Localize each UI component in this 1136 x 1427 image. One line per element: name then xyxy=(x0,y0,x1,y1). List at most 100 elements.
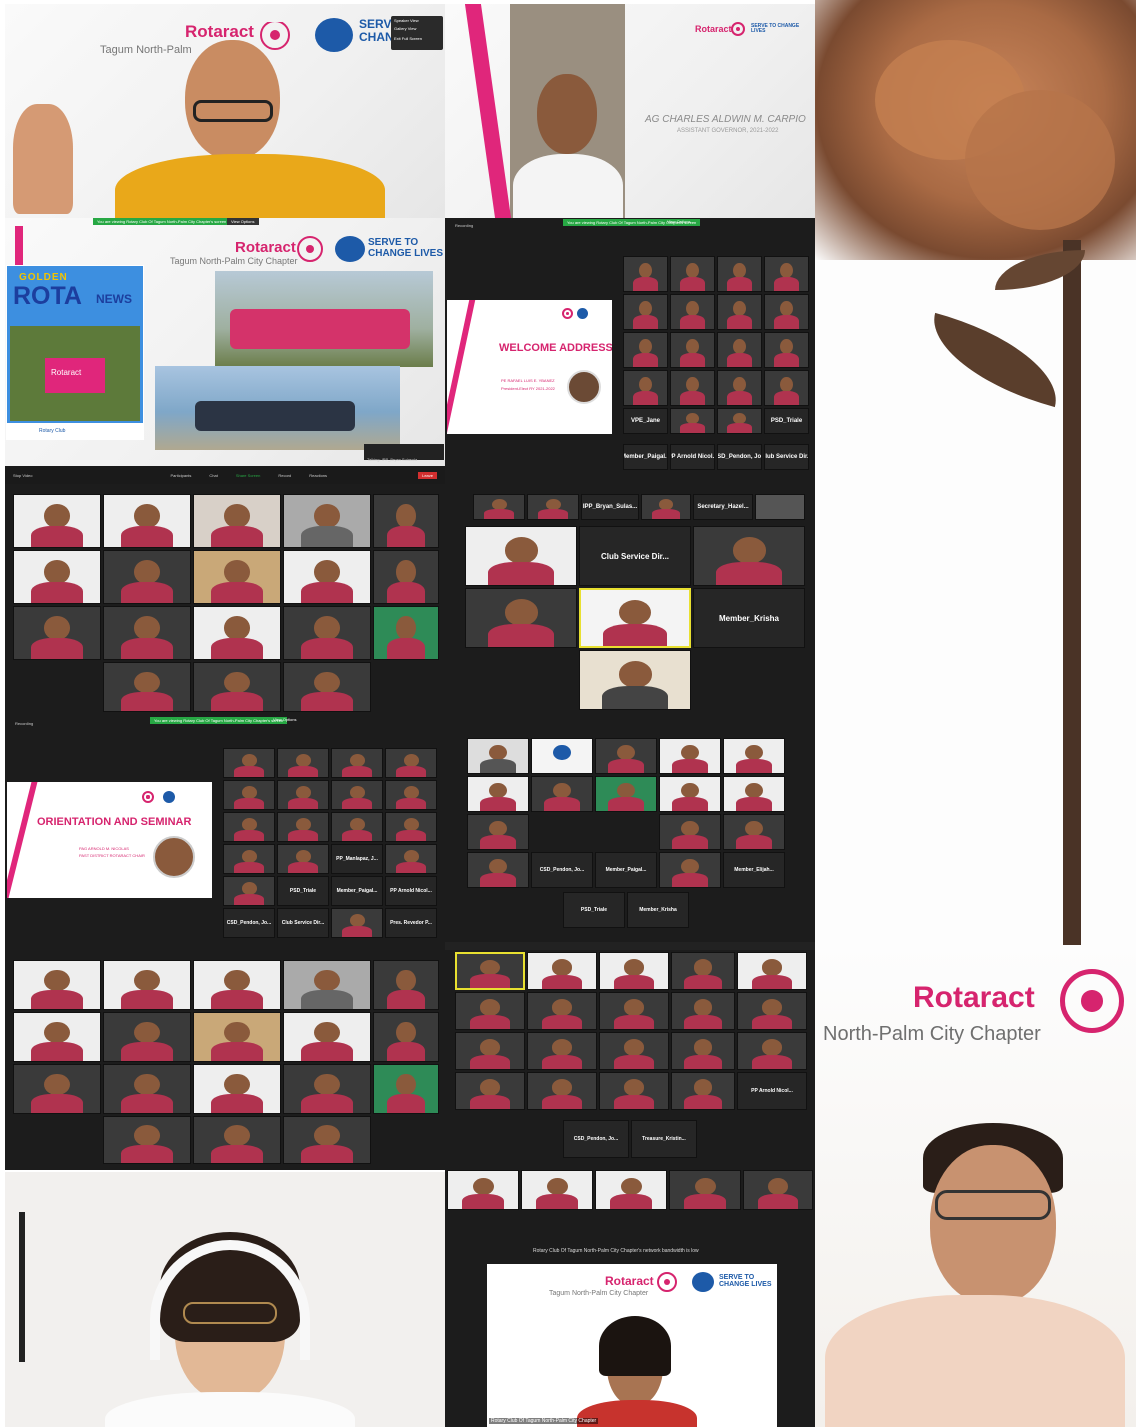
participant-tile[interactable] xyxy=(103,1116,191,1164)
share-screen-button[interactable]: Share Screen xyxy=(236,473,260,478)
name-tile-member-paigal[interactable]: Member_Paigal... xyxy=(595,852,657,888)
participant-tile[interactable] xyxy=(755,494,805,520)
participant-tile[interactable] xyxy=(455,1032,525,1070)
participant-tile[interactable] xyxy=(717,256,762,292)
participant-tile[interactable] xyxy=(599,952,669,990)
name-tile-secretary-hazel[interactable]: Secretary_Hazel... xyxy=(693,494,753,520)
view-menu[interactable]: Speaker View Gallery View Exit Full Scre… xyxy=(391,16,443,50)
participant-tile[interactable] xyxy=(193,1116,281,1164)
participant-tile[interactable] xyxy=(623,332,668,368)
participant-tile[interactable] xyxy=(670,256,715,292)
participant-tile[interactable] xyxy=(223,876,275,906)
participant-tile[interactable] xyxy=(465,526,577,586)
name-tile-csd-pendon[interactable]: CSD_Pendon, Jo... xyxy=(717,444,762,470)
participant-tile[interactable] xyxy=(103,1012,191,1062)
participant-tile[interactable] xyxy=(641,494,691,520)
name-tile-member-krisha[interactable]: Member_Krisha xyxy=(627,892,689,928)
name-tile-psd-triale[interactable]: PSD_Triale xyxy=(563,892,625,928)
participant-tile[interactable] xyxy=(599,992,669,1030)
participant-tile[interactable] xyxy=(467,738,529,774)
participant-tile[interactable] xyxy=(623,370,668,406)
participant-tile[interactable] xyxy=(283,960,371,1010)
name-tile-psd-triale[interactable]: PSD_Triale xyxy=(764,408,809,434)
name-tile-club-service[interactable]: Club Service Dir... xyxy=(764,444,809,470)
participant-tile[interactable] xyxy=(331,748,383,778)
participant-tile[interactable] xyxy=(373,550,439,604)
participant-tile[interactable] xyxy=(670,408,715,434)
participant-tile[interactable] xyxy=(277,844,329,874)
participant-tile[interactable] xyxy=(223,780,275,810)
name-tile-member-paigal[interactable]: Member_Paigal... xyxy=(331,876,383,906)
name-tile-member-paigal[interactable]: Member_Paigal... xyxy=(623,444,668,470)
name-tile-pp-arnold[interactable]: PP Arnold Nicol... xyxy=(670,444,715,470)
participant-tile[interactable] xyxy=(737,992,807,1030)
participant-tile[interactable] xyxy=(723,814,785,850)
participant-tile[interactable] xyxy=(737,952,807,990)
participant-tile[interactable] xyxy=(283,1064,371,1114)
participant-tile[interactable] xyxy=(467,776,529,812)
participant-tile[interactable] xyxy=(670,294,715,330)
participant-tile[interactable] xyxy=(467,852,529,888)
participant-tile[interactable] xyxy=(599,1072,669,1110)
participant-tile[interactable] xyxy=(527,494,579,520)
participant-tile[interactable] xyxy=(737,1032,807,1070)
record-button[interactable]: Record xyxy=(278,473,291,478)
participant-tile[interactable] xyxy=(527,952,597,990)
participant-tile[interactable] xyxy=(764,294,809,330)
participant-tile[interactable] xyxy=(595,738,657,774)
participant-tile[interactable] xyxy=(623,256,668,292)
participant-tile[interactable] xyxy=(723,776,785,812)
participant-tile[interactable] xyxy=(223,748,275,778)
participant-tile[interactable] xyxy=(723,738,785,774)
participant-tile[interactable] xyxy=(671,992,735,1030)
participant-tile[interactable] xyxy=(717,370,762,406)
participant-tile[interactable] xyxy=(670,370,715,406)
participant-tile[interactable] xyxy=(473,494,525,520)
participant-tile[interactable] xyxy=(671,952,735,990)
participant-tile[interactable] xyxy=(717,294,762,330)
participant-tile[interactable] xyxy=(527,992,597,1030)
participant-tile[interactable] xyxy=(531,738,593,774)
name-tile-member-elijah[interactable]: Member_Elijah... xyxy=(723,852,785,888)
name-tile-treasure-kristin[interactable]: Treasure_Kristin... xyxy=(631,1120,697,1158)
participant-tile[interactable] xyxy=(103,1064,191,1114)
participant-tile[interactable] xyxy=(331,908,383,938)
participant-tile[interactable] xyxy=(717,408,762,434)
menu-gallery-view[interactable]: Gallery View xyxy=(394,26,440,31)
participant-tile[interactable] xyxy=(193,662,281,712)
participant-tile[interactable] xyxy=(385,748,437,778)
leave-button[interactable]: Leave xyxy=(418,471,437,479)
participant-tile[interactable] xyxy=(595,1170,667,1210)
participant-tile[interactable] xyxy=(193,494,281,548)
participant-tile[interactable] xyxy=(331,780,383,810)
name-tile-csd-pendon[interactable]: CSD_Pendon, Jo... xyxy=(223,908,275,938)
name-tile-psd-triale[interactable]: PSD_Triale xyxy=(277,876,329,906)
participant-tile[interactable] xyxy=(223,844,275,874)
participant-tile[interactable] xyxy=(764,256,809,292)
view-options-button[interactable]: View Options xyxy=(273,717,297,722)
participant-tile[interactable] xyxy=(447,1170,519,1210)
participant-tile[interactable] xyxy=(13,960,101,1010)
participant-tile[interactable] xyxy=(193,606,281,660)
participant-tile[interactable] xyxy=(743,1170,813,1210)
reactions-button[interactable]: Reactions xyxy=(309,473,327,478)
participant-tile[interactable] xyxy=(373,1012,439,1062)
view-options-button[interactable]: View Options xyxy=(227,218,259,225)
participant-tile[interactable] xyxy=(623,294,668,330)
participant-tile[interactable] xyxy=(103,662,191,712)
participant-tile[interactable] xyxy=(283,606,371,660)
participant-tile[interactable] xyxy=(277,812,329,842)
participant-tile[interactable] xyxy=(385,780,437,810)
participant-tile[interactable] xyxy=(579,588,691,648)
stop-video-button[interactable]: Stop Video xyxy=(13,473,33,478)
menu-exit-fullscreen[interactable]: Exit Full Screen xyxy=(394,36,440,41)
participant-tile[interactable] xyxy=(277,780,329,810)
participant-tile[interactable] xyxy=(467,814,529,850)
participant-tile[interactable] xyxy=(465,588,577,648)
participant-tile[interactable] xyxy=(385,844,437,874)
participants-button[interactable]: Participants xyxy=(171,473,192,478)
participant-tile[interactable] xyxy=(659,852,721,888)
participant-tile[interactable] xyxy=(373,960,439,1010)
participant-tile[interactable] xyxy=(671,1032,735,1070)
participant-tile[interactable] xyxy=(283,1012,371,1062)
